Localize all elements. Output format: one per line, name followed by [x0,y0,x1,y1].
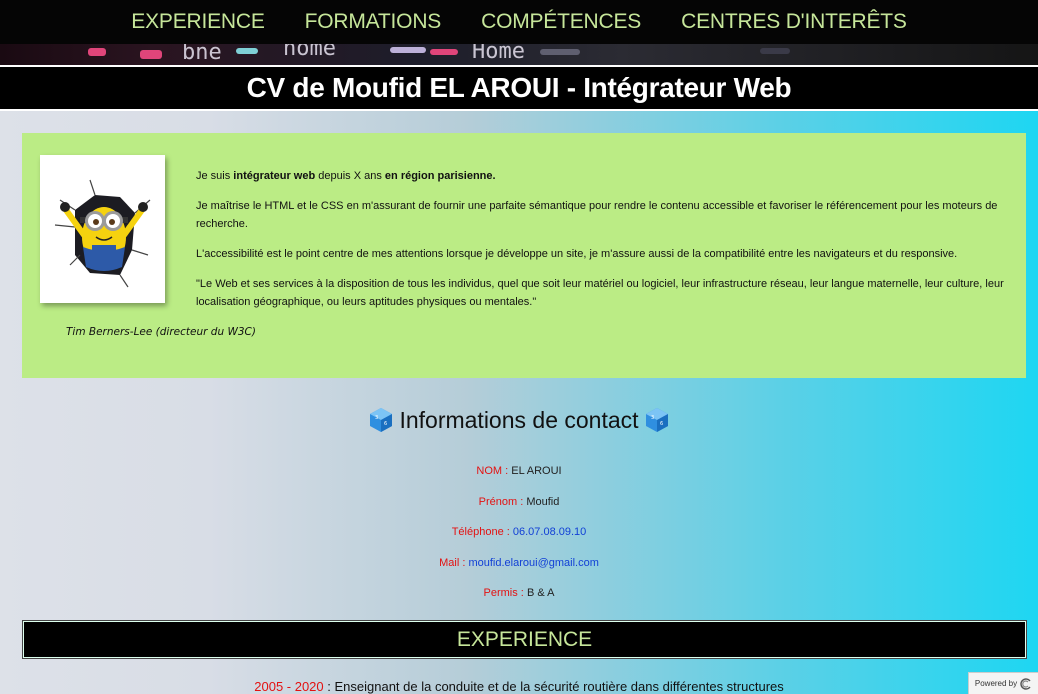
svg-text:3: 3 [375,415,378,421]
contact-title: Informations de contact [399,406,639,433]
top-navigation: EXPERIENCE FORMATIONS COMPÉTENCES CENTRE… [0,0,1038,44]
quote-text: "Le Web et ses services à la disposition… [196,278,1004,308]
banner-deco-shape [430,49,458,55]
banner-deco-shape [88,48,106,56]
contact-label: NOM : [476,465,509,477]
email-link[interactable]: moufid.elaroui@gmail.com [468,557,598,569]
skills-paragraph: Je maîtrise le HTML et le CSS en m'assur… [196,200,998,230]
contact-row-nom: NOM : EL AROUI [0,462,1038,493]
contact-list: NOM : EL AROUI Prénom : Moufid Téléphone… [0,462,1038,615]
intro-duration: depuis X ans [315,170,385,182]
powered-by-badge[interactable]: Powered by [968,672,1038,694]
contact-row-permis: Permis : B & A [0,584,1038,615]
banner-deco-shape [390,47,426,53]
contact-section-title: 3 6 Informations de contact 3 6 [0,400,1038,440]
contact-label: Permis : [483,587,524,599]
contact-value: Moufid [526,495,560,508]
accessibility-paragraph: L'accessibilité est le point centre de m… [196,248,958,260]
page-title: CV de Moufid EL AROUI - Intégrateur Web [246,72,792,103]
nav-link-centres-interets[interactable]: CENTRES D'INTERÊTS [661,10,927,34]
powered-by-text: Powered by [974,679,1018,688]
intro-section: Je suis intégrateur web depuis X ans en … [22,133,1026,378]
page-title-bar: CV de Moufid EL AROUI - Intégrateur Web [0,65,1038,111]
nav-link-formations[interactable]: FORMATIONS [285,10,461,34]
svg-text:3: 3 [651,415,654,421]
banner-code-text: bne [182,44,222,65]
svg-text:6: 6 [660,421,663,427]
intro-text: Je suis intégrateur web depuis X ans en … [196,167,1011,323]
contact-row-prenom: Prénom : Moufid [0,493,1038,524]
header-banner-image: bne home Home [0,44,1038,65]
experience-description: : Enseignant de la conduite et de la séc… [323,679,784,694]
intro-role: intégrateur web [233,170,316,182]
banner-deco-shape [540,49,580,55]
banner-deco-shape [236,48,258,54]
contact-value: B & A [526,587,555,599]
banner-deco-shape [140,50,162,59]
experience-item: 2005 - 2020 : Enseignant de la conduite … [0,679,1038,694]
contact-label: Téléphone : [451,526,510,538]
contact-label: Mail : [439,556,466,569]
experience-section-header: EXPERIENCE [22,620,1027,659]
banner-deco-shape [760,48,790,54]
banner-code-text: home [283,44,336,61]
minion-illustration-icon [54,179,151,288]
quote-author: Tim Berners-Lee (directeur du W3C) [66,326,256,338]
intro-paragraph: Je suis intégrateur web depuis X ans en … [196,167,1011,185]
contact-row-mail: Mail : moufid.elaroui@gmail.com [0,554,1038,585]
profile-photo [40,155,165,303]
contact-label: Prénom : [478,495,524,508]
swirl-logo-icon [1020,677,1031,690]
intro-location: en région parisienne. [384,170,496,182]
banner-code-text: Home [472,44,525,64]
nav-link-experience[interactable]: EXPERIENCE [111,10,284,34]
nav-link-competences[interactable]: COMPÉTENCES [461,10,661,34]
experience-years: 2005 - 2020 [254,679,324,694]
phone-link[interactable]: 06.07.08.09.10 [513,526,586,538]
cube-icon: 3 6 [645,408,668,432]
experience-title: EXPERIENCE [456,627,593,651]
intro-prefix: Je suis [196,170,234,182]
svg-text:6: 6 [384,421,387,427]
cube-icon: 3 6 [370,408,393,432]
contact-row-telephone: Téléphone : 06.07.08.09.10 [0,523,1038,554]
contact-value: EL AROUI [511,465,562,477]
